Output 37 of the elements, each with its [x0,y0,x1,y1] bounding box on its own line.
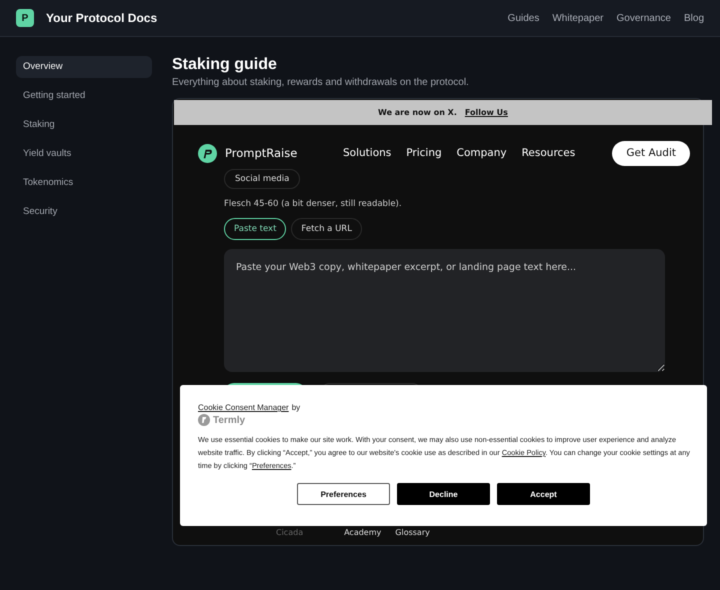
site-title: Your Protocol Docs [46,11,158,25]
by-text: by [292,403,300,412]
category-chip[interactable]: Social media [224,169,300,189]
footer-link[interactable]: Academy [344,528,382,537]
nav-link[interactable]: Blog [684,12,704,24]
brand-logo-icon [198,144,217,162]
nav-link[interactable]: Solutions [343,147,392,159]
banner-text: We are now on X. [378,108,457,117]
page-title: Staking guide [172,56,278,74]
sidebar-item[interactable]: Tokenomics [16,172,152,194]
page-subtitle: Everything about staking, rewards and withdrawals on the protocol. [172,77,470,88]
nav-link[interactable]: Resources [522,147,576,159]
nav-link[interactable]: Whitepaper [552,12,604,24]
mode-tab[interactable]: Fetch a URL [291,218,362,240]
get-audit-button[interactable]: Get Audit [612,140,690,166]
nav-link[interactable]: Governance [616,12,671,24]
sidebar-item[interactable]: Staking [16,114,152,136]
brand-name: PromptRaise [225,146,298,160]
cookie-button[interactable]: Preferences [297,483,390,505]
cookie-button[interactable]: Decline [397,483,490,505]
readability-note: Flesch 45-60 (a bit denser, still readable). [224,199,403,209]
nav-link[interactable]: Pricing [406,147,442,159]
sidebar-item[interactable]: Overview [16,56,152,78]
termly-brand: Termly [213,414,246,426]
nav-link[interactable]: Company [456,147,507,159]
termly-logo-icon [198,414,210,426]
nav-link[interactable]: Guides [508,12,540,24]
cookie-button[interactable]: Accept [497,483,590,505]
sidebar-item[interactable]: Yield vaults [16,143,152,165]
mode-tab[interactable]: Paste text [224,218,286,240]
follow-link[interactable]: Follow Us [464,108,508,117]
footer-link[interactable]: Glossary [395,528,430,537]
consent-manager-link[interactable]: Cookie Consent Manager [198,403,289,412]
text-input-field[interactable]: Paste your Web3 copy, whitepaper excerpt, or landing page text here... [224,249,665,372]
logo-icon: P [16,9,34,27]
sidebar-item[interactable]: Security [16,201,152,223]
sidebar-item[interactable]: Getting started [16,85,152,107]
